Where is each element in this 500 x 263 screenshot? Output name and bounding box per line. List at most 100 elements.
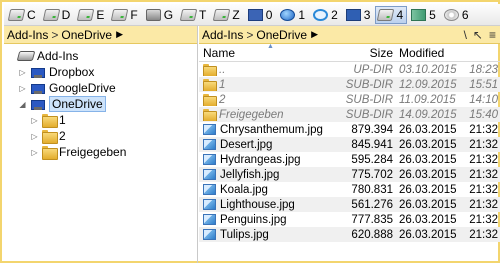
expander-icon[interactable]: ▷: [18, 68, 27, 77]
file-name-cell: 1: [199, 79, 341, 91]
file-name-cell: Hydrangeas.jpg: [199, 154, 341, 166]
drive-button-2[interactable]: 2: [310, 6, 342, 24]
drive-button-e[interactable]: E: [75, 6, 108, 24]
file-name: Jellyfish.jpg: [220, 168, 280, 181]
file-row[interactable]: Hydrangeas.jpg 595.284 26.03.2015 21:32: [199, 152, 500, 167]
backslash-icon[interactable]: \: [464, 28, 467, 42]
drive-letter: T: [199, 7, 207, 22]
path-separator: >: [51, 27, 59, 42]
drive-button-1[interactable]: 1: [277, 6, 309, 24]
file-list: .. UP-DIR 03.10.2015 18:23 1 SUB-DIR 12.09.201…: [199, 62, 500, 242]
tree-item-onedrive[interactable]: ◢ OneDrive: [4, 96, 197, 112]
path-segment-onedrive[interactable]: OneDrive: [256, 28, 307, 42]
path-segment-add-ins[interactable]: Add-Ins: [7, 28, 48, 42]
file-name-cell: Chrysanthemum.jpg: [199, 124, 341, 136]
drive-button-0[interactable]: 0: [245, 6, 277, 24]
folder-row[interactable]: .. UP-DIR 03.10.2015 18:23: [199, 62, 500, 77]
drive-letter: D: [61, 7, 71, 22]
drive-letter: 0: [265, 7, 273, 22]
up-arrow-icon[interactable]: ↖: [473, 28, 483, 42]
drive-letter: 2: [331, 7, 338, 22]
cloud-drive-icon: [30, 66, 46, 78]
tree-item-dropbox[interactable]: ▷ Dropbox: [4, 64, 197, 80]
column-size[interactable]: Size: [341, 46, 393, 60]
drive-button-3[interactable]: 3: [343, 6, 375, 24]
expander-icon[interactable]: ▷: [30, 132, 39, 141]
drive-button-t[interactable]: T: [178, 6, 210, 24]
file-name: Koala.jpg: [220, 183, 268, 196]
file-size: UP-DIR: [353, 63, 393, 76]
folder-icon: [203, 109, 217, 121]
tree-item-1[interactable]: ▷ 1: [4, 112, 197, 128]
tree-item-freigegeben[interactable]: ▷ Freigegeben: [4, 144, 197, 160]
file-size: SUB-DIR: [345, 78, 393, 91]
drive-button-f[interactable]: F: [109, 6, 141, 24]
file-time: 15:51: [469, 78, 498, 91]
image-file-icon: [203, 184, 216, 195]
file-name: Chrysanthemum.jpg: [220, 123, 323, 136]
file-name-cell: Koala.jpg: [199, 184, 341, 196]
path-segment-onedrive[interactable]: OneDrive: [61, 28, 112, 42]
folder-row[interactable]: 2 SUB-DIR 11.09.2015 14:10: [199, 92, 500, 107]
file-time: 21:32: [469, 138, 498, 151]
disc-icon: [443, 8, 459, 21]
file-time: 21:32: [469, 183, 498, 196]
drive-letter: F: [130, 7, 138, 22]
sort-indicator-icon: ▲: [267, 43, 274, 50]
path-segment-add-ins[interactable]: Add-Ins: [202, 28, 243, 42]
drive-button-4[interactable]: 4: [375, 5, 408, 24]
drive-button-c[interactable]: C: [6, 6, 40, 24]
network-drive-icon: [247, 8, 263, 21]
left-path-bar[interactable]: Add-Ins > OneDrive ▶: [4, 26, 197, 44]
globe-icon: [280, 8, 296, 21]
path-dropdown-icon[interactable]: ▶: [311, 29, 318, 40]
file-row[interactable]: Tulips.jpg 620.888 26.03.2015 21:32: [199, 227, 500, 242]
file-time: 21:32: [469, 213, 498, 226]
tree-item-add-ins[interactable]: Add-Ins: [4, 48, 197, 64]
cloud-drive-icon: [30, 82, 46, 94]
tree-item-googledrive[interactable]: ▷ GoogleDrive: [4, 80, 197, 96]
image-file-icon: [203, 124, 216, 135]
file-row[interactable]: Lighthouse.jpg 561.276 26.03.2015 21:32: [199, 197, 500, 212]
file-size: 879.394: [351, 123, 393, 136]
hdd-icon: [7, 8, 26, 21]
file-name: 1: [219, 78, 226, 91]
hdd-icon: [213, 8, 231, 21]
tree-item-label: 2: [59, 129, 66, 143]
drive-button-6[interactable]: 6: [441, 6, 473, 24]
drive-button-z[interactable]: Z: [211, 6, 243, 24]
folder-row[interactable]: Freigegeben SUB-DIR 14.09.2015 15:40: [199, 107, 500, 122]
file-row[interactable]: Jellyfish.jpg 775.702 26.03.2015 21:32: [199, 167, 500, 182]
file-row[interactable]: Desert.jpg 845.941 26.03.2015 21:32: [199, 137, 500, 152]
expander-icon[interactable]: ◢: [18, 100, 27, 109]
file-size: 845.941: [351, 138, 393, 151]
file-row[interactable]: Penguins.jpg 777.835 26.03.2015 21:32: [199, 212, 500, 227]
expander-icon[interactable]: ▷: [30, 148, 39, 157]
right-path-bar[interactable]: Add-Ins > OneDrive ▶ \ ↖ ≡: [199, 26, 500, 44]
file-size: 780.831: [351, 183, 393, 196]
file-time: 14:10: [469, 93, 498, 106]
expander-icon[interactable]: ▷: [18, 84, 27, 93]
file-list-header: ▲ Name Size Modified: [199, 43, 500, 62]
file-date: 11.09.2015: [399, 93, 456, 106]
drive-button-d[interactable]: D: [41, 6, 75, 24]
expander-icon[interactable]: ▷: [30, 116, 39, 125]
file-row[interactable]: Koala.jpg 780.831 26.03.2015 21:32: [199, 182, 500, 197]
column-modified[interactable]: Modified: [393, 46, 500, 60]
image-file-icon: [203, 169, 216, 180]
drive-button-g[interactable]: G: [143, 6, 177, 24]
menu-icon[interactable]: ≡: [489, 28, 496, 42]
file-name: Hydrangeas.jpg: [220, 153, 301, 166]
drive-button-5[interactable]: 5: [408, 6, 440, 24]
file-date: 26.03.2015: [399, 183, 457, 196]
tree-item-label: GoogleDrive: [49, 81, 116, 95]
file-name: ..: [219, 63, 226, 76]
tree-item-2[interactable]: ▷ 2: [4, 128, 197, 144]
path-dropdown-icon[interactable]: ▶: [116, 29, 123, 40]
file-row[interactable]: Chrysanthemum.jpg 879.394 26.03.2015 21:32: [199, 122, 500, 137]
window-frame: C D E F G T Z 0 1 2 3 4 5 6 Add-Ins > OneDrive ▶ Add-…: [0, 0, 500, 263]
printer-icon: [145, 8, 161, 21]
image-file-icon: [203, 199, 216, 210]
panel-toolbar: \ ↖ ≡: [464, 28, 500, 42]
folder-row[interactable]: 1 SUB-DIR 12.09.2015 15:51: [199, 77, 500, 92]
